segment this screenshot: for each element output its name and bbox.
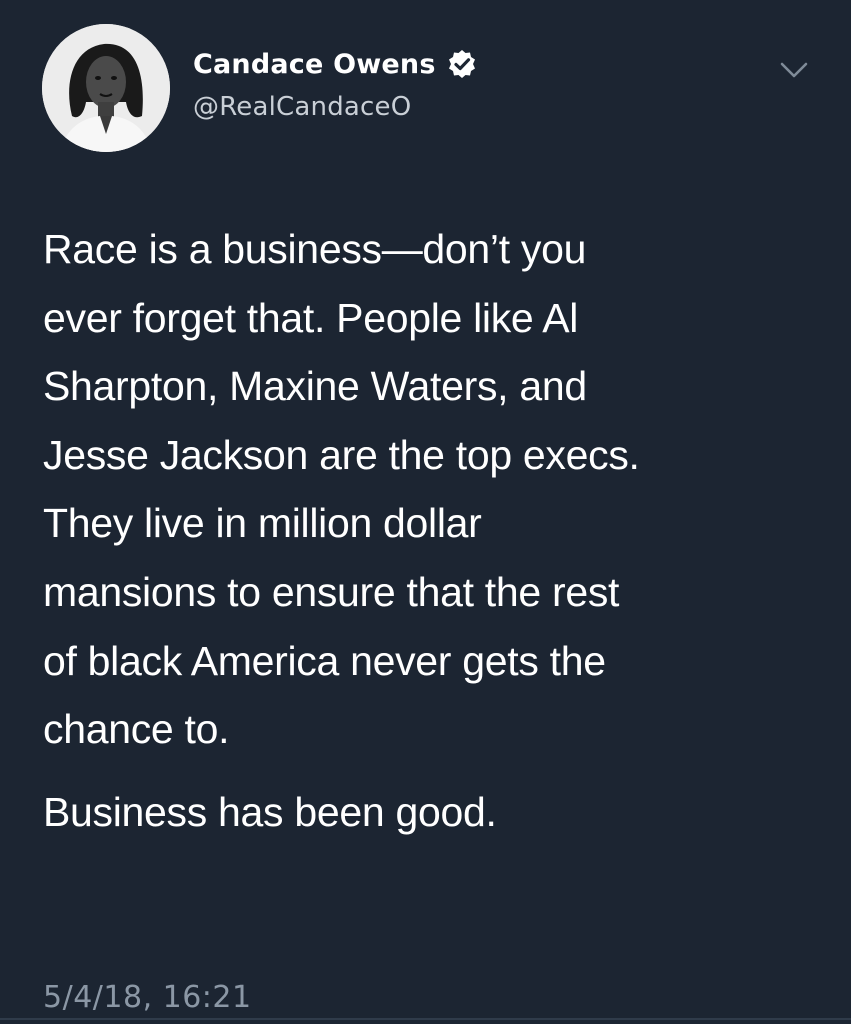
avatar[interactable] [42,24,170,152]
tweet-line: Jesse Jackson are the top execs. [43,431,640,478]
verified-badge-icon [446,48,478,80]
tweet-line: They live in million dollar [43,500,482,547]
tweet-timestamp[interactable]: 5/4/18, 16:21 [43,980,252,1015]
tweet-closing-line: Business has been good. [43,788,497,835]
user-handle[interactable]: @RealCandaceO [193,92,411,122]
tweet-line: ever forget that. People like Al [43,294,579,341]
tweet-text: Race is a business—don’t you ever forget… [43,215,833,846]
divider [0,1018,851,1020]
chevron-down-icon[interactable] [776,52,812,88]
tweet-line: of black America never gets the [43,637,606,684]
display-name[interactable]: Candace Owens [193,49,436,80]
author-row: Candace Owens [193,44,478,84]
tweet-line: mansions to ensure that the rest [43,568,620,615]
tweet-card: Candace Owens @RealCandaceO Race is a bu… [0,0,851,1024]
tweet-line: Sharpton, Maxine Waters, and [43,363,587,410]
tweet-line: chance to. [43,706,230,753]
tweet-line: Race is a business—don’t you [43,226,587,272]
